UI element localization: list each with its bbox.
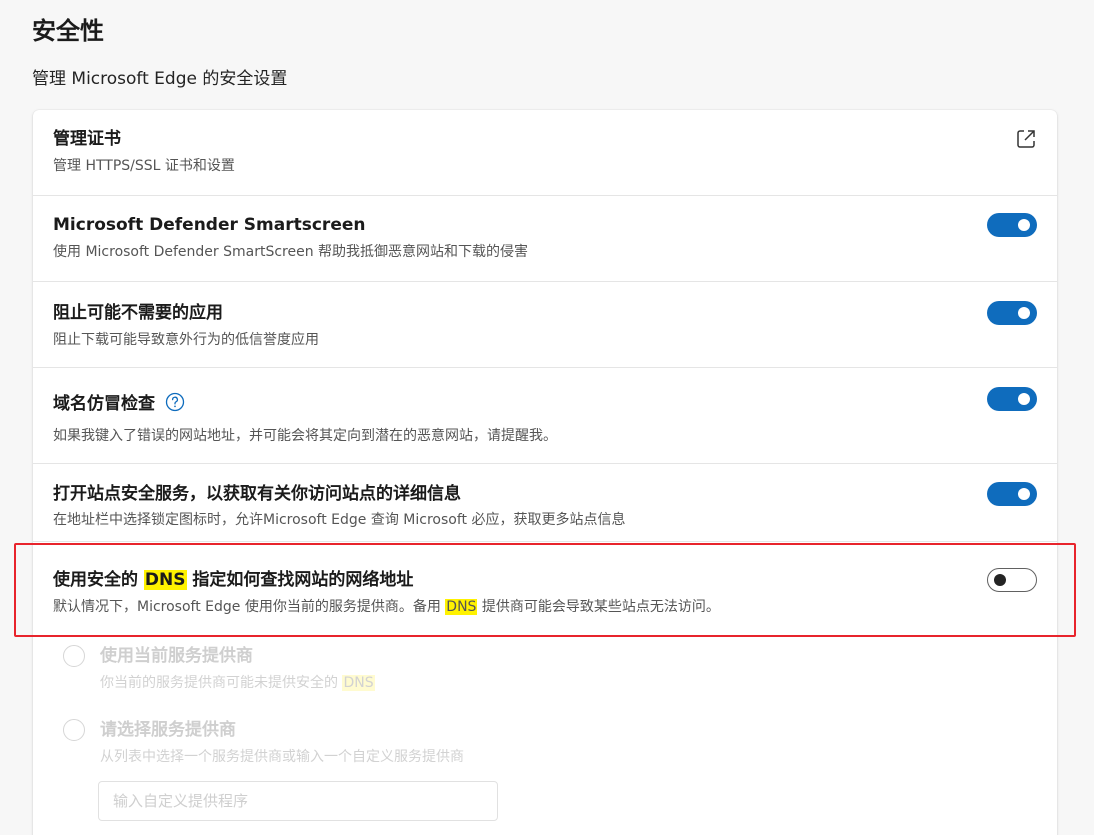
manage-certificates-title: 管理证书 [53, 129, 121, 149]
choose-provider-radio[interactable] [63, 719, 85, 741]
block-pua-toggle[interactable] [987, 301, 1037, 325]
custom-provider-input[interactable] [98, 781, 498, 821]
page-title: 安全性 [32, 17, 104, 45]
manage-certificates-row[interactable]: 管理证书 管理 HTTPS/SSL 证书和设置 [33, 110, 1057, 196]
secure-dns-desc-post: 提供商可能会导致某些站点无法访问。 [477, 599, 720, 615]
choose-provider-desc: 从列表中选择一个服务提供商或输入一个自定义服务提供商 [100, 749, 464, 765]
settings-page: 安全性 管理 Microsoft Edge 的安全设置 管理证书 管理 HTTP… [0, 0, 1094, 835]
block-pua-title: 阻止可能不需要的应用 [53, 303, 223, 323]
security-settings-card: 管理证书 管理 HTTPS/SSL 证书和设置 Microsoft Defend… [33, 110, 1057, 835]
secure-dns-title-post: 指定如何查找网站的网络地址 [186, 570, 414, 590]
typosquatting-title-wrap: 域名仿冒检查 [53, 392, 185, 416]
use-current-provider-title: 使用当前服务提供商 [100, 646, 253, 666]
defender-smartscreen-desc: 使用 Microsoft Defender SmartScreen 帮助我抵御恶… [53, 244, 529, 260]
choose-provider-title: 请选择服务提供商 [100, 720, 236, 740]
question-circle-icon[interactable] [165, 392, 185, 412]
secure-dns-title-highlight: DNS [143, 570, 187, 590]
site-safety-row: 打开站点安全服务，以获取有关你访问站点的详细信息 在地址栏中选择锁定图标时，允许… [33, 464, 1057, 542]
typosquatting-desc: 如果我键入了错误的网站地址，并可能会将其定向到潜在的恶意网站，请提醒我。 [53, 428, 557, 444]
defender-smartscreen-toggle[interactable] [987, 213, 1037, 237]
typosquatting-toggle[interactable] [987, 387, 1037, 411]
use-current-provider-radio[interactable] [63, 645, 85, 667]
secure-dns-title-pre: 使用安全的 [53, 570, 144, 590]
defender-smartscreen-title: Microsoft Defender Smartscreen [53, 215, 366, 235]
manage-certificates-desc: 管理 HTTPS/SSL 证书和设置 [53, 158, 235, 174]
site-safety-toggle[interactable] [987, 482, 1037, 506]
typosquatting-row: 域名仿冒检查 如果我键入了错误的网站地址，并可能会将其定向到潜在的恶意网站，请提… [33, 368, 1057, 464]
block-pua-row: 阻止可能不需要的应用 阻止下载可能导致意外行为的低信誉度应用 [33, 282, 1057, 368]
block-pua-desc: 阻止下载可能导致意外行为的低信誉度应用 [53, 332, 319, 348]
secure-dns-row: 使用安全的 DNS 指定如何查找网站的网络地址 默认情况下，Microsoft … [33, 542, 1057, 638]
secure-dns-desc: 默认情况下，Microsoft Edge 使用你当前的服务提供商。备用 DNS … [53, 597, 720, 617]
use-current-provider-desc-pre: 你当前的服务提供商可能未提供安全的 [100, 675, 343, 691]
use-current-provider-desc: 你当前的服务提供商可能未提供安全的 DNS [100, 673, 375, 693]
page-subtitle: 管理 Microsoft Edge 的安全设置 [32, 69, 288, 89]
site-safety-title: 打开站点安全服务，以获取有关你访问站点的详细信息 [53, 484, 461, 504]
secure-dns-toggle[interactable] [987, 568, 1037, 592]
site-safety-desc: 在地址栏中选择锁定图标时，允许Microsoft Edge 查询 Microso… [53, 512, 626, 528]
secure-dns-title: 使用安全的 DNS 指定如何查找网站的网络地址 [53, 568, 413, 592]
secure-dns-desc-highlight: DNS [445, 599, 478, 615]
use-current-provider-desc-highlight: DNS [342, 675, 375, 691]
defender-smartscreen-row: Microsoft Defender Smartscreen 使用 Micros… [33, 196, 1057, 282]
typosquatting-title: 域名仿冒检查 [53, 394, 155, 414]
secure-dns-desc-pre: 默认情况下，Microsoft Edge 使用你当前的服务提供商。备用 [53, 599, 446, 615]
external-link-icon[interactable] [1015, 128, 1037, 150]
